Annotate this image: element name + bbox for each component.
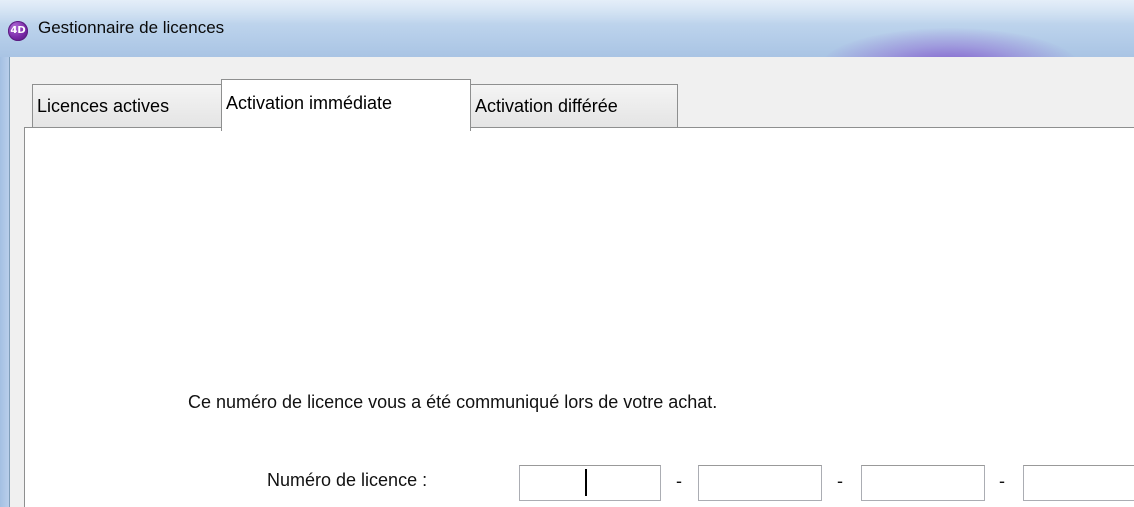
title-bar[interactable]: 4D Gestionnaire de licences	[0, 0, 1134, 57]
tab-licences-actives[interactable]: Licences actives	[32, 84, 222, 128]
app-icon-text: 4D	[10, 25, 26, 36]
title-bar-glow	[820, 28, 1080, 57]
license-number-label: Numéro de licence :	[267, 470, 428, 490]
license-separator-1: -	[676, 471, 682, 491]
license-field-4[interactable]	[1023, 465, 1134, 501]
license-separator-3: -	[999, 471, 1005, 491]
window-frame-left	[0, 57, 9, 507]
license-manager-window: 4D Gestionnaire de licences Licences act…	[0, 0, 1134, 507]
window-title: Gestionnaire de licences	[38, 18, 225, 37]
text-caret	[585, 469, 587, 496]
license-field-3[interactable]	[861, 465, 985, 501]
license-separator-2: -	[837, 471, 843, 491]
4d-logo-icon: 4D	[8, 21, 28, 41]
license-info-text: Ce numéro de licence vous a été communiq…	[188, 392, 718, 412]
tab-panel-activation-immediate: Ce numéro de licence vous a été communiq…	[24, 127, 1134, 507]
tab-activation-immediate[interactable]: Activation immédiate	[221, 79, 471, 131]
license-field-1[interactable]	[519, 465, 661, 501]
client-area: Licences actives Activation immédiate Ac…	[9, 57, 1134, 507]
license-field-2[interactable]	[698, 465, 822, 501]
tab-activation-differee[interactable]: Activation différée	[470, 84, 678, 128]
